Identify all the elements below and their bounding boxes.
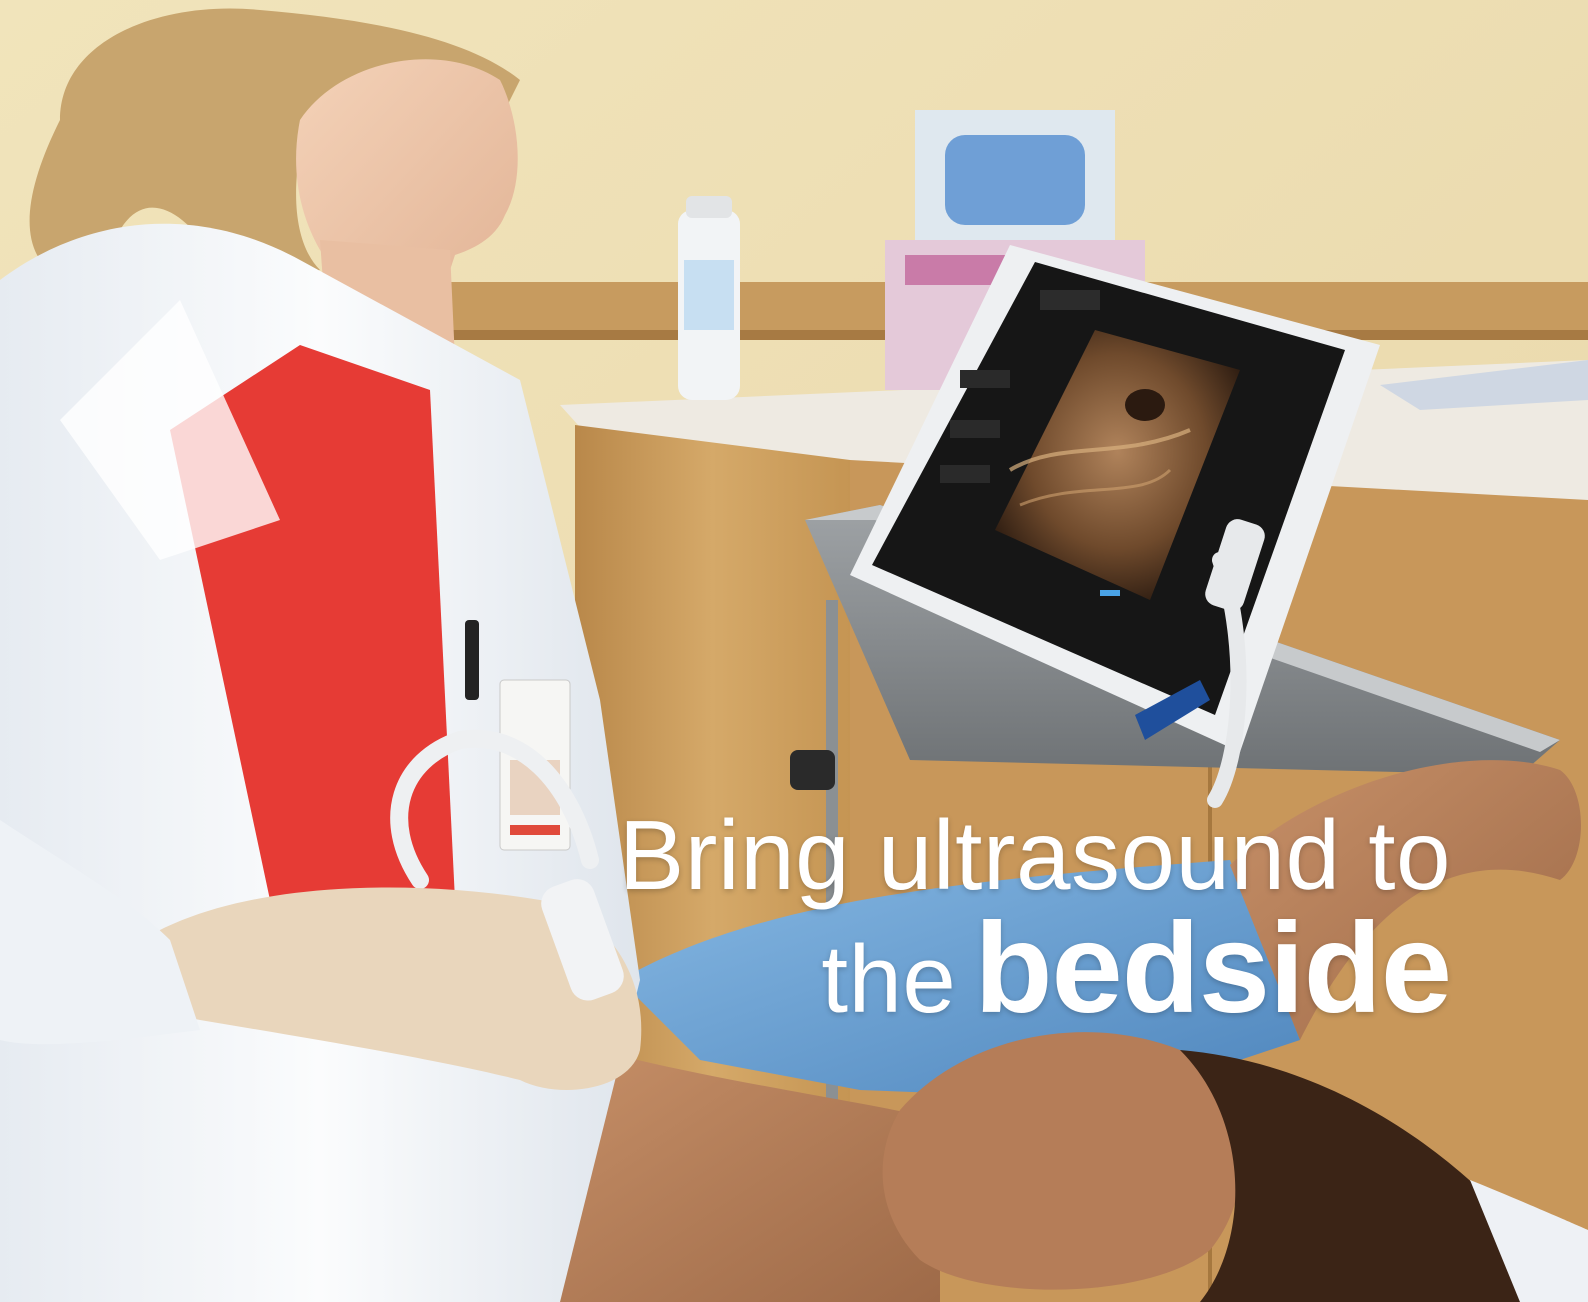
headline: Bring ultrasound to the bedside [551,800,1452,1033]
headline-line-1: Bring ultrasound to [618,800,1451,910]
bedside-ultrasound-photo [0,0,1588,1302]
headline-line-2: the bedside [551,904,1452,1033]
ultrasound-photo-scene: Bring ultrasound to the bedside [0,0,1588,1302]
pen [465,620,479,700]
headline-prefix: the [821,925,957,1033]
headline-emphasis: bedside [974,896,1452,1040]
